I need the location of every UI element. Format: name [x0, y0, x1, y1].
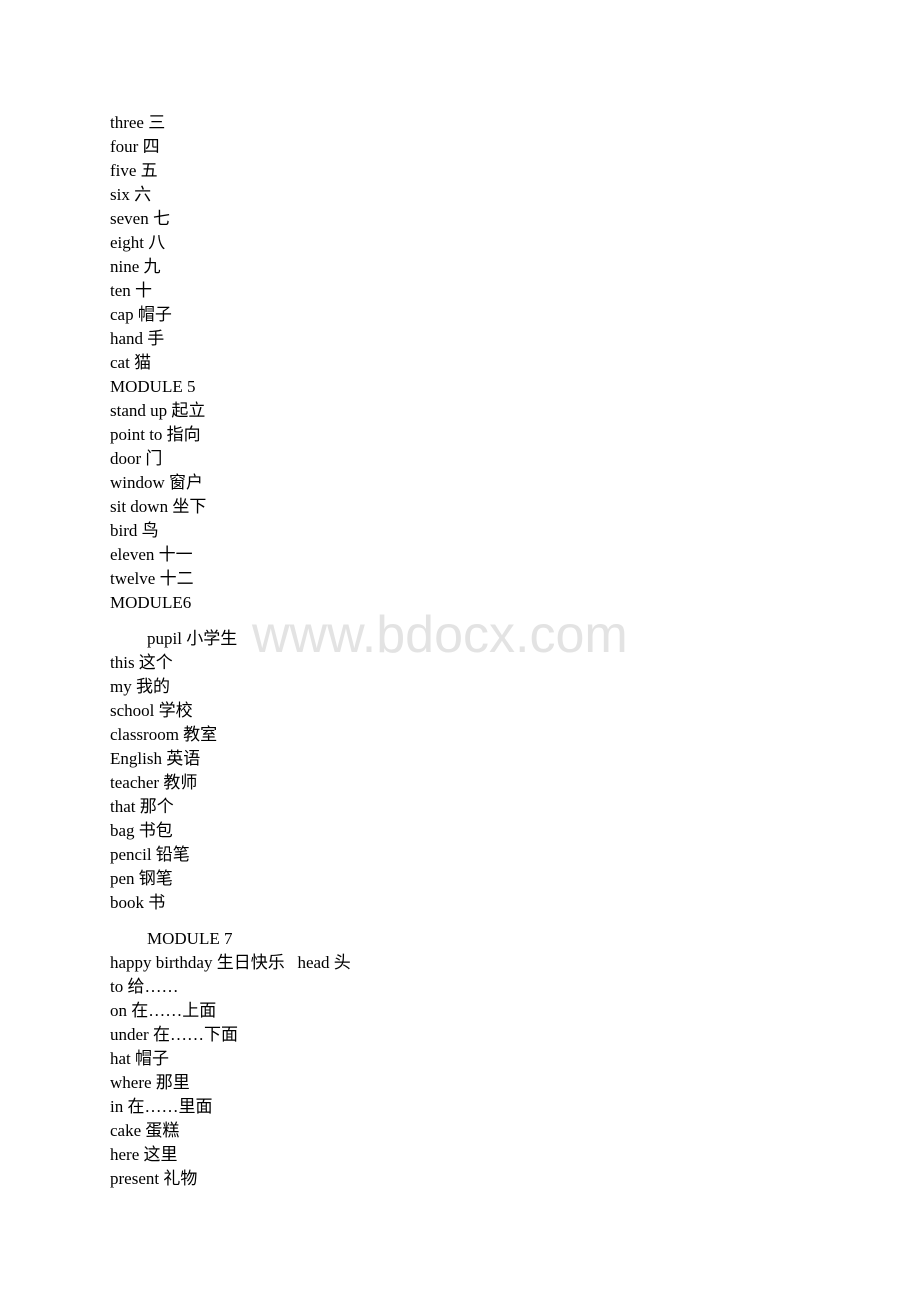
vocab-entry: teacher 教师 — [110, 773, 198, 792]
vocab-entry: pencil 铅笔 — [110, 845, 190, 864]
vocab-entry: bag 书包 — [110, 821, 173, 840]
vocab-list-module-7: happy birthday 生日快乐 head 头 to 给…… on 在……上面… — [110, 951, 810, 1191]
vocab-entry: here 这里 — [110, 1145, 178, 1164]
document-page: three 三 four 四 five 五 six 六 seven 七 eight 八 ni… — [110, 111, 810, 1191]
vocab-entry: school 学校 — [110, 701, 193, 720]
module-heading: MODULE 5 — [110, 377, 196, 396]
vocab-list-modules-4-6: three 三 four 四 five 五 six 六 seven 七 eight 八 ni… — [110, 111, 810, 615]
vocab-entry: seven 七 — [110, 209, 170, 228]
vocab-entry: door 门 — [110, 449, 163, 468]
vocab-entry: present 礼物 — [110, 1169, 198, 1188]
vocab-entry: window 窗户 — [110, 473, 204, 492]
vocab-entry: happy birthday 生日快乐 head 头 — [110, 953, 351, 972]
vocab-entry: where 那里 — [110, 1073, 190, 1092]
vocab-entry: point to 指向 — [110, 425, 201, 444]
vocab-entry: hand 手 — [110, 329, 165, 348]
vocab-entry: nine 九 — [110, 257, 161, 276]
vocab-entry: bird 鸟 — [110, 521, 159, 540]
vocab-entry: pen 钢笔 — [110, 869, 173, 888]
vocab-entry: that 那个 — [110, 797, 174, 816]
vocab-entry: classroom 教室 — [110, 725, 218, 744]
module-7-heading: MODULE 7 — [147, 929, 233, 948]
module-heading: MODULE6 — [110, 593, 192, 612]
vocab-entry-pupil: pupil 小学生 — [147, 629, 238, 648]
vocab-entry: cat 猫 — [110, 353, 152, 372]
vocab-entry: four 四 — [110, 137, 160, 156]
vocab-entry: English 英语 — [110, 749, 201, 768]
vocab-entry: eleven 十一 — [110, 545, 193, 564]
vocab-list-module-6: this 这个 my 我的 school 学校 classroom 教室 English… — [110, 651, 810, 915]
vocab-entry: stand up 起立 — [110, 401, 206, 420]
vocab-entry: eight 八 — [110, 233, 166, 252]
vocab-entry: to 给…… — [110, 977, 179, 996]
vocab-entry: my 我的 — [110, 677, 170, 696]
vocab-entry: on 在……上面 — [110, 1001, 217, 1020]
vocab-entry: book 书 — [110, 893, 166, 912]
vocab-entry: cap 帽子 — [110, 305, 172, 324]
vocab-entry: five 五 — [110, 161, 158, 180]
vocab-entry: cake 蛋糕 — [110, 1121, 180, 1140]
vocab-entry: six 六 — [110, 185, 152, 204]
vocab-entry: ten 十 — [110, 281, 153, 300]
vocab-entry: this 这个 — [110, 653, 173, 672]
vocab-entry: three 三 — [110, 113, 166, 132]
vocab-entry: under 在……下面 — [110, 1025, 238, 1044]
vocab-entry: in 在……里面 — [110, 1097, 213, 1116]
vocab-entry: hat 帽子 — [110, 1049, 170, 1068]
vocab-entry: twelve 十二 — [110, 569, 194, 588]
vocab-entry: sit down 坐下 — [110, 497, 207, 516]
